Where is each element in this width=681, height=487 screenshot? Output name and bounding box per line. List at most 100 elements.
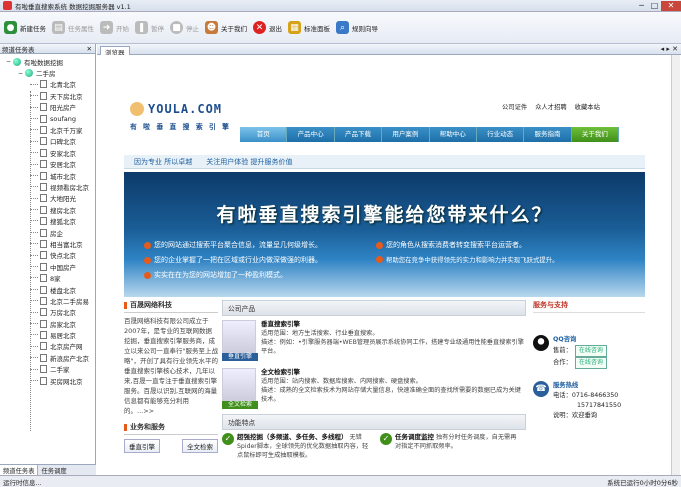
standard-panel-icon: ▦ [288, 21, 301, 34]
sidebar-close-icon[interactable]: ✕ [87, 45, 92, 53]
task-properties-button[interactable]: ▤ 任务属性 [52, 21, 94, 34]
bullet-icon [376, 256, 383, 263]
tab-channel-tasks[interactable]: 频道任务表 [0, 465, 39, 475]
page-icon [40, 331, 47, 340]
status-text: 运行时信息... [3, 478, 42, 487]
tree-item-label: 相当富北京 [50, 240, 83, 249]
nav-products[interactable]: 产品中心 [287, 127, 335, 142]
rule-wizard-button[interactable]: ⌕ 规则向导 [336, 21, 378, 34]
tree-item[interactable]: 北京房产网 [4, 341, 95, 352]
tree-item[interactable]: soufang [4, 113, 95, 124]
tree-item[interactable]: 万房北京 [4, 307, 95, 318]
tree-item[interactable]: 北京二手房易 [4, 295, 95, 306]
tree-item[interactable]: 中国房产 [4, 261, 95, 272]
banner-line-2b: 帮助您在竞争中获得领先的实力和影响力并实现飞跃式提升。 [376, 255, 559, 264]
product-vertical[interactable]: 垂直引擎 垂直搜索引擎 适用范围：地方生活搜索、行业垂直搜索。 描述：例如：•引… [222, 320, 526, 361]
tree-item[interactable]: 大地阳光 [4, 193, 95, 204]
fulltext-search-button[interactable]: 全文检索 [182, 439, 218, 453]
nav-cases[interactable]: 用户案例 [382, 127, 430, 142]
tree-item[interactable]: 新浪房产北京 [4, 352, 95, 363]
product-image-label: 垂直引擎 [222, 353, 258, 361]
maximize-button[interactable]: □ [648, 1, 661, 11]
logo-figure-icon [130, 102, 144, 116]
link-bookmark[interactable]: 收藏本站 [575, 102, 600, 111]
window-title: 有啦垂直搜索系统 数据挖掘服务器 v1.1 [15, 2, 131, 11]
tree-group[interactable]: − 二手房 [4, 67, 95, 78]
tree-item[interactable]: 安家北京 [4, 147, 95, 158]
tree-item[interactable]: 易居北京 [4, 329, 95, 340]
start-button[interactable]: ➜ 开始 [100, 21, 129, 34]
page-icon [40, 308, 47, 317]
nav-downloads[interactable]: 产品下载 [334, 127, 383, 142]
exit-button[interactable]: ✕ 退出 [253, 21, 282, 34]
business-title: 业务和服务 [130, 423, 165, 431]
tree-item-label: 搜狐北京 [50, 218, 76, 227]
pause-button[interactable]: ❚ 暂停 [135, 21, 164, 34]
tree-item[interactable]: 楼盘北京 [4, 284, 95, 295]
link-certificates[interactable]: 公司证件 [502, 102, 527, 111]
tree-item[interactable]: 搜房北京 [4, 204, 95, 215]
vertical-scrollbar[interactable] [671, 55, 680, 475]
browser-close-icon[interactable]: ◂ ▸ ✕ [661, 45, 678, 53]
tree-item-label: 二手家 [50, 366, 70, 375]
product-text: 全文检索引擎 适用范围：站内搜索、数据库搜索、内网搜索、硬盘搜索。 描述：成熟的… [261, 368, 526, 404]
tree-item[interactable]: 快点北京 [4, 250, 95, 261]
tree-item[interactable]: 安居北京 [4, 159, 95, 170]
standard-panel-button[interactable]: ▦ 标准面板 [288, 21, 330, 34]
site-logo[interactable]: YOULA.COM [130, 102, 222, 116]
new-task-button[interactable]: ● 新建任务 [4, 21, 46, 34]
online-consult-button[interactable]: 在线咨询 [574, 357, 607, 369]
product-fulltext[interactable]: 全文检索 全文检索引擎 适用范围：站内搜索、数据库搜索、内网搜索、硬盘搜索。 描… [222, 368, 526, 409]
tree-item[interactable]: 城市北京 [4, 170, 95, 181]
tree-item[interactable]: 相当富北京 [4, 238, 95, 249]
tree-item[interactable]: 北京千万家 [4, 124, 95, 135]
about-button[interactable]: ☻ 关于我们 [205, 21, 247, 34]
nav-help[interactable]: 帮助中心 [429, 127, 477, 142]
nav-service[interactable]: 服务指南 [524, 127, 572, 142]
qq-penguin-icon [533, 335, 549, 351]
collapse-icon[interactable]: − [6, 58, 11, 65]
about-label: 关于我们 [221, 24, 247, 33]
tree-item[interactable]: 二手家 [4, 364, 95, 375]
tree-item[interactable]: 阳光房产 [4, 102, 95, 113]
nav-about[interactable]: 关于我们 [571, 127, 619, 142]
nav-home[interactable]: 首页 [240, 127, 288, 142]
page-icon [40, 365, 47, 374]
vertical-engine-button[interactable]: 垂直引擎 [124, 439, 160, 453]
tree-item[interactable]: 天下房北京 [4, 90, 95, 101]
tree-item[interactable]: 搜狐北京 [4, 215, 95, 226]
collapse-icon[interactable]: − [18, 70, 23, 77]
tab-browser[interactable]: 浏览器 [100, 45, 130, 57]
banner-slogan: 有啦垂直搜索引擎能给您带来什么？ [216, 204, 553, 226]
stop-button[interactable]: ■ 停止 [170, 21, 199, 34]
tab-task-schedule[interactable]: 任务调度 [38, 465, 69, 475]
banner-text: 实实在在为您的网站增加了一种盈利模式。 [154, 271, 287, 279]
tree-root[interactable]: − 有啦数据挖掘 [4, 56, 95, 67]
online-consult-button[interactable]: 在线咨询 [574, 345, 607, 357]
magnifier-icon: 全文检索 [222, 368, 258, 409]
tree-item[interactable]: 口碑北京 [4, 136, 95, 147]
tree-item[interactable]: 买房网北京 [4, 375, 95, 386]
tree-item[interactable]: 北青北京 [4, 79, 95, 90]
features-heading: 功能特点 [222, 414, 526, 430]
status-bar: 运行时信息... 系统已运行0小时0分6秒 [0, 475, 681, 487]
tree-item[interactable]: 视频看房北京 [4, 181, 95, 192]
nav-news[interactable]: 行业动态 [476, 127, 525, 142]
tree-item-label: 楼盘北京 [50, 286, 76, 295]
link-jobs[interactable]: 众人才招聘 [535, 102, 566, 111]
database-icon [13, 57, 22, 66]
tree-item-label: 搜房北京 [50, 206, 76, 215]
banner-line-1b: 您的角色从搜索消费者转变搜索平台运营者。 [376, 240, 526, 250]
tree-item[interactable]: 房家北京 [4, 318, 95, 329]
page-icon [40, 148, 47, 157]
tree-item[interactable]: 8家 [4, 272, 95, 283]
tree-item-label: 万房北京 [50, 309, 76, 318]
minimize-button[interactable]: ─ [635, 1, 648, 11]
tree-item[interactable]: 房企 [4, 227, 95, 238]
check-icon: ✓ [222, 433, 234, 445]
page-icon [40, 137, 47, 146]
tree-item-label: 易居北京 [50, 332, 76, 341]
rule-wizard-label: 规则向导 [352, 24, 378, 33]
close-button[interactable]: ✕ [661, 0, 681, 11]
about-icon: ☻ [205, 21, 218, 34]
